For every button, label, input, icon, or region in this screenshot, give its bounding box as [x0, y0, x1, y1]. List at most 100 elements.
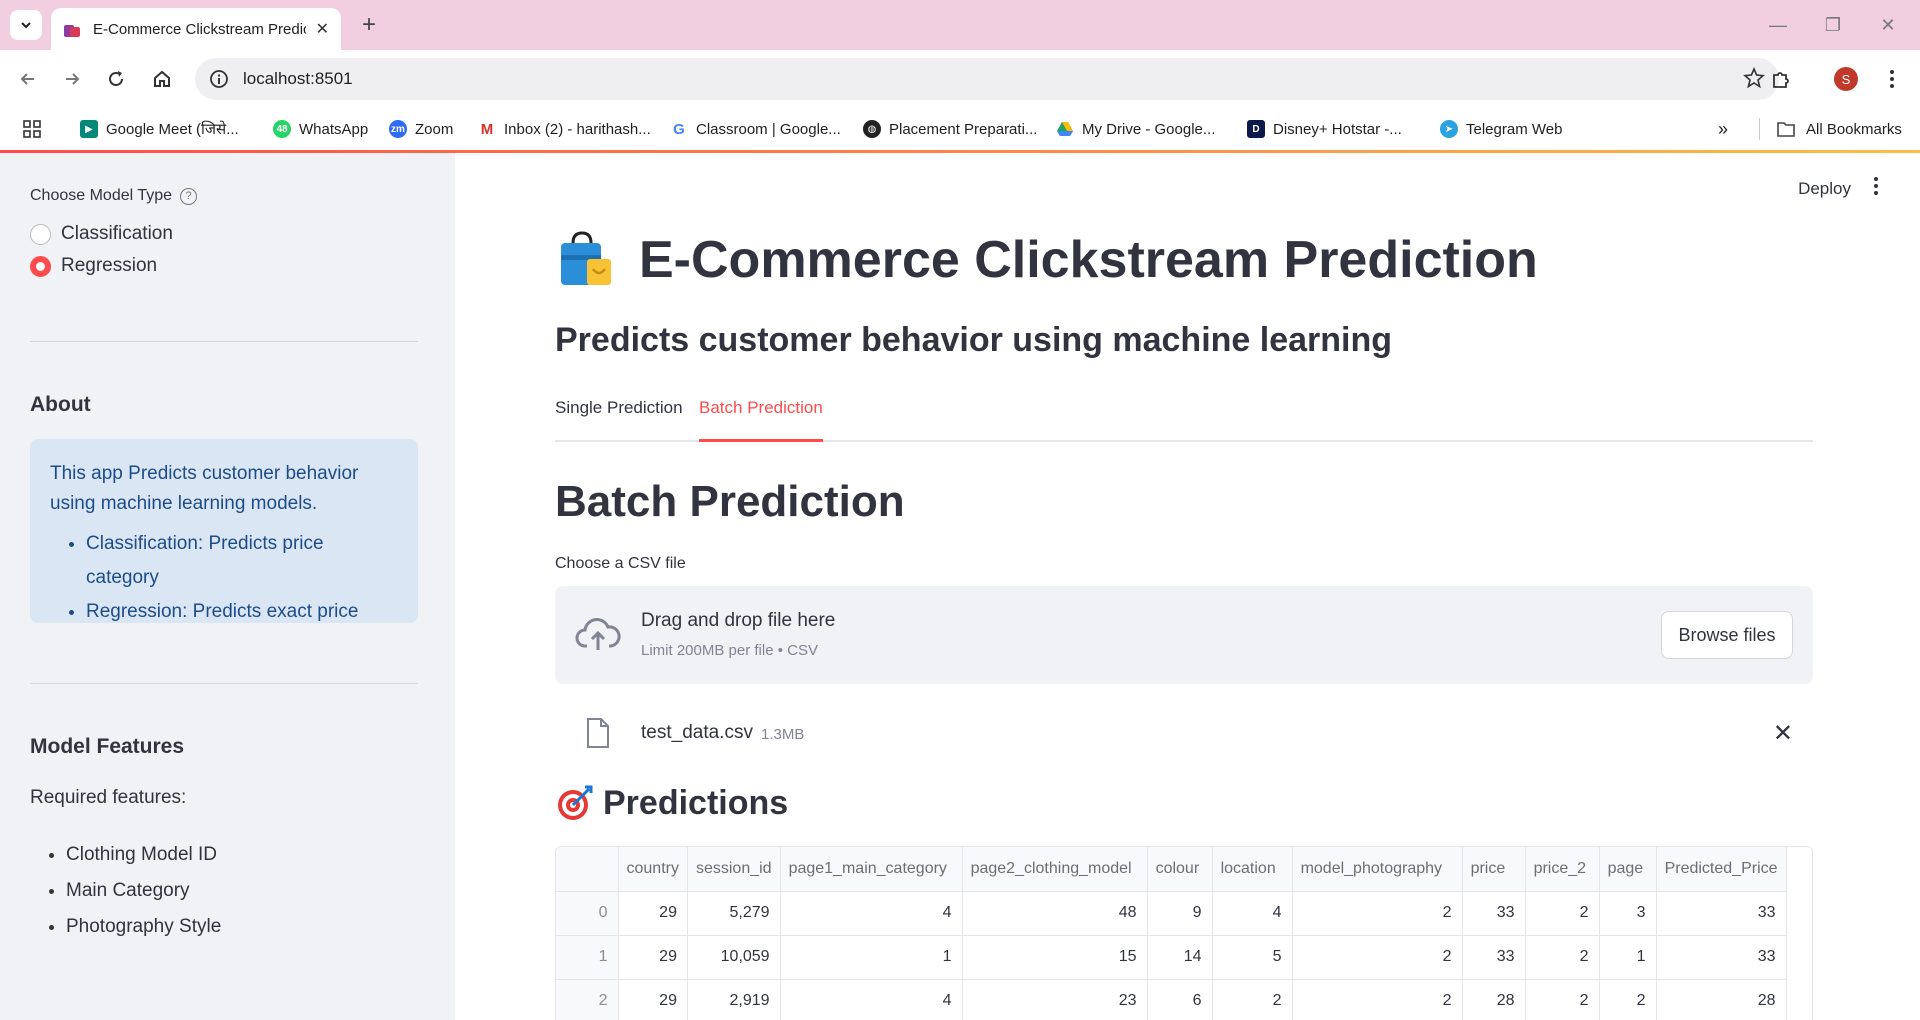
radio-circle-selected[interactable] [30, 255, 51, 277]
radio-regression[interactable]: Regression [30, 255, 157, 277]
column-header[interactable]: session_id [687, 847, 781, 892]
radio-circle[interactable] [30, 223, 51, 245]
tab-search-button[interactable] [10, 10, 42, 40]
column-header[interactable]: page2_clothing_model [962, 847, 1148, 892]
new-tab-button[interactable]: + [353, 10, 385, 40]
window-close-icon[interactable]: ✕ [1868, 12, 1908, 38]
table-cell[interactable]: 14 [1147, 935, 1213, 980]
tab-close-icon[interactable]: ✕ [316, 19, 329, 39]
table-cell[interactable]: 2 [1525, 891, 1600, 936]
column-header[interactable]: Predicted_Price [1656, 847, 1787, 892]
minimize-icon[interactable]: — [1758, 12, 1798, 38]
column-header[interactable]: page1_main_category [780, 847, 963, 892]
bookmark-whatsapp[interactable]: 48 WhatsApp [273, 118, 368, 140]
bookmark-placement[interactable]: ◍ Placement Preparati... [863, 118, 1037, 140]
table-row[interactable]: 0 29 5,279 4 48 9 4 2 33 2 3 33 [556, 891, 1787, 936]
remove-file-icon[interactable]: ✕ [1773, 719, 1793, 748]
column-header[interactable]: colour [1147, 847, 1213, 892]
column-header[interactable]: price_2 [1525, 847, 1600, 892]
model-type-label: Choose Model Type ? [30, 187, 198, 205]
forward-button[interactable] [56, 63, 88, 95]
bookmark-zoom[interactable]: zm Zoom [389, 118, 453, 140]
table-cell[interactable]: 29 [618, 891, 688, 936]
globe-icon: ◍ [863, 120, 881, 138]
about-list: Classification: Predicts price category … [50, 527, 398, 629]
table-cell[interactable]: 2 [1525, 979, 1600, 1020]
table-cell[interactable]: 33 [1462, 891, 1526, 936]
restore-icon[interactable]: ❐ [1813, 12, 1853, 38]
table-cell[interactable]: 29 [618, 979, 688, 1020]
table-cell[interactable]: 10,059 [687, 935, 781, 980]
table-cell[interactable]: 2 [1525, 935, 1600, 980]
address-bar[interactable]: localhost:8501 [195, 58, 1779, 100]
table-cell[interactable]: 1 [1599, 935, 1657, 980]
table-cell[interactable]: 2,919 [687, 979, 781, 1020]
tab-single-prediction[interactable]: Single Prediction [555, 398, 683, 442]
tab-batch-prediction[interactable]: Batch Prediction [699, 398, 823, 442]
deploy-button[interactable]: Deploy [1798, 179, 1851, 199]
browse-files-button[interactable]: Browse files [1661, 611, 1793, 659]
url-text: localhost:8501 [243, 69, 353, 88]
table-cell[interactable]: 2 [1599, 979, 1657, 1020]
bookmark-google-meet[interactable]: ▶ Google Meet (जिसे... [80, 118, 239, 140]
more-vert-icon [1890, 70, 1894, 88]
table-cell[interactable]: 5 [1212, 935, 1293, 980]
table-cell[interactable]: 9 [1147, 891, 1213, 936]
table-cell[interactable]: 33 [1656, 891, 1787, 936]
column-header[interactable]: model_photography [1292, 847, 1463, 892]
table-cell[interactable]: 2 [1292, 891, 1463, 936]
column-header[interactable]: price [1462, 847, 1526, 892]
home-button[interactable] [146, 63, 178, 95]
bookmark-star-icon[interactable] [1743, 67, 1765, 89]
browser-tab[interactable]: E-Commerce Clickstream Predic ✕ [51, 8, 341, 50]
table-cell[interactable]: 4 [780, 979, 963, 1020]
table-cell[interactable]: 28 [1462, 979, 1526, 1020]
app-menu-icon[interactable] [1872, 177, 1880, 195]
bookmark-telegram[interactable]: ➤ Telegram Web [1440, 118, 1562, 140]
table-row[interactable]: 2 29 2,919 4 23 6 2 2 28 2 2 28 [556, 979, 1787, 1020]
help-icon[interactable]: ? [180, 187, 198, 205]
column-header[interactable]: page [1599, 847, 1657, 892]
extensions-button[interactable] [1765, 63, 1797, 95]
model-features-heading: Model Features [30, 735, 185, 758]
column-header[interactable]: location [1212, 847, 1293, 892]
more-bookmarks-icon[interactable]: » [1718, 118, 1728, 140]
table-cell[interactable]: 4 [1212, 891, 1293, 936]
index-header [556, 847, 619, 892]
back-button[interactable] [12, 63, 44, 95]
table-cell[interactable]: 2 [1292, 979, 1463, 1020]
table-cell[interactable]: 28 [1656, 979, 1787, 1020]
all-bookmarks[interactable]: All Bookmarks [1776, 118, 1902, 140]
table-cell[interactable]: 33 [1462, 935, 1526, 980]
table-row[interactable]: 1 29 10,059 1 15 14 5 2 33 2 1 33 [556, 935, 1787, 980]
browser-menu-button[interactable] [1876, 63, 1908, 95]
browser-tabstrip: E-Commerce Clickstream Predic ✕ + — ❐ ✕ [0, 0, 1920, 50]
bookmark-classroom[interactable]: G Classroom | Google... [670, 118, 841, 140]
table-cell[interactable]: 2 [1292, 935, 1463, 980]
apps-button[interactable] [22, 118, 42, 140]
bookmark-hotstar[interactable]: D Disney+ Hotstar -... [1247, 118, 1402, 140]
avatar: S [1834, 67, 1858, 91]
table-cell[interactable]: 15 [962, 935, 1148, 980]
predictions-table[interactable]: country session_id page1_main_category p… [555, 846, 1813, 1020]
bookmark-drive[interactable]: My Drive - Google... [1056, 118, 1215, 140]
table-cell[interactable]: 1 [780, 935, 963, 980]
reload-button[interactable] [100, 63, 132, 95]
table-cell[interactable]: 4 [780, 891, 963, 936]
table-cell[interactable]: 33 [1656, 935, 1787, 980]
table-cell[interactable]: 3 [1599, 891, 1657, 936]
table-cell[interactable]: 5,279 [687, 891, 781, 936]
main-content: Deploy E-Commerce Clickstream Prediction… [455, 153, 1920, 1020]
column-header[interactable]: country [618, 847, 688, 892]
table-cell[interactable]: 23 [962, 979, 1148, 1020]
site-info-icon[interactable] [207, 67, 231, 91]
radio-classification[interactable]: Classification [30, 223, 173, 245]
table-cell[interactable]: 29 [618, 935, 688, 980]
table-cell[interactable]: 48 [962, 891, 1148, 936]
profile-button[interactable]: S [1830, 63, 1862, 95]
table-cell[interactable]: 6 [1147, 979, 1213, 1020]
table-cell[interactable]: 2 [1212, 979, 1293, 1020]
bookmark-gmail[interactable]: M Inbox (2) - harithash... [478, 118, 651, 140]
page-title-text: E-Commerce Clickstream Prediction [639, 231, 1538, 289]
file-dropzone[interactable]: Drag and drop file here Limit 200MB per … [555, 586, 1813, 684]
